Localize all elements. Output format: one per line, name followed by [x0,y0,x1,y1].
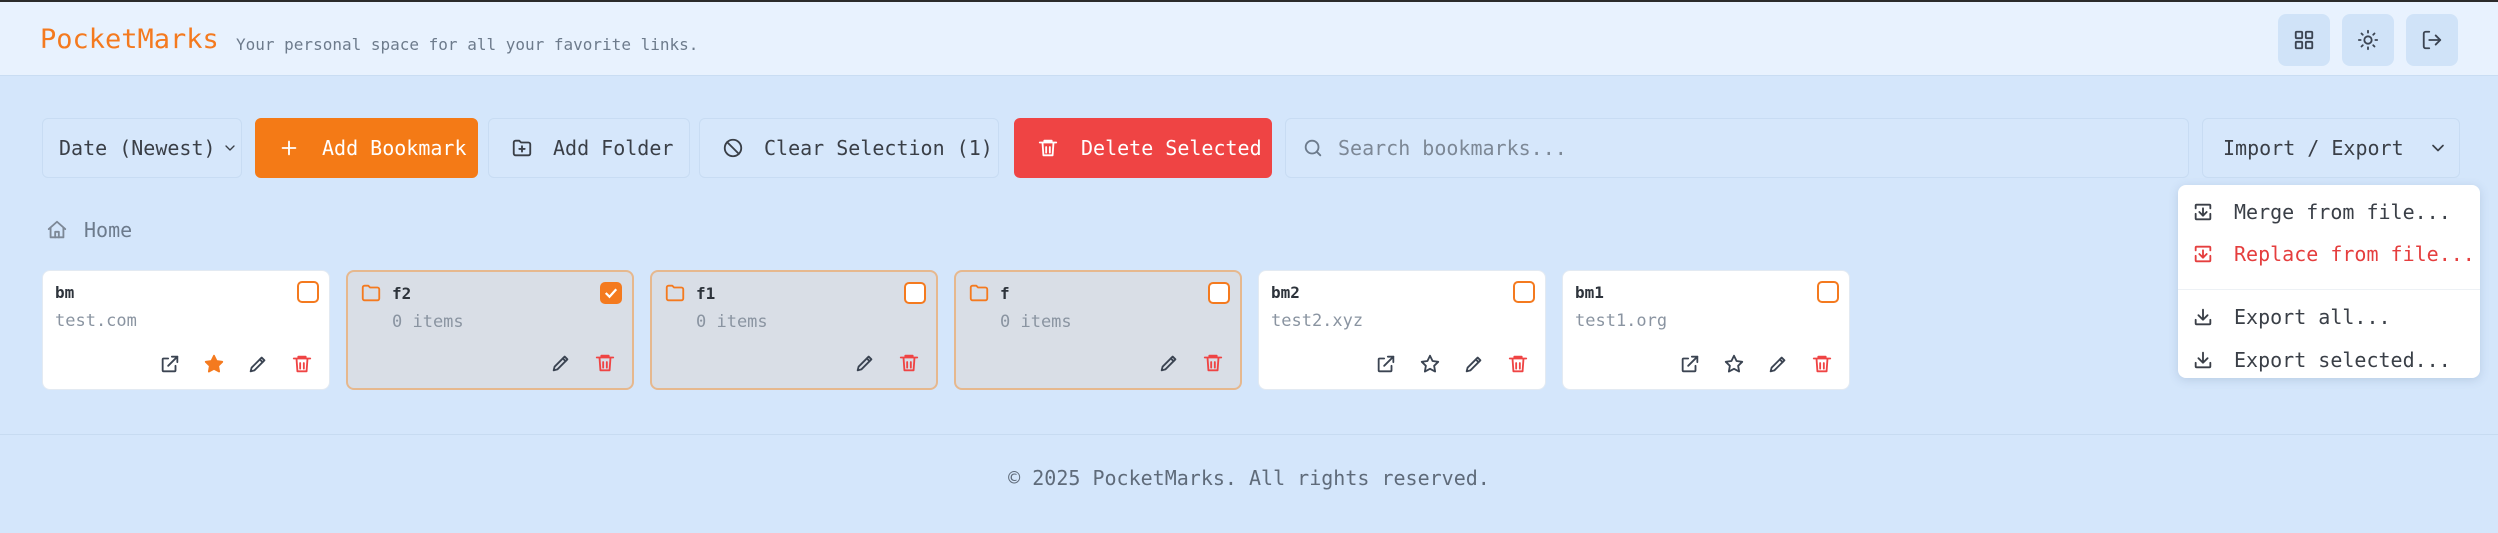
folder-name: f1 [696,284,716,303]
external-link-icon[interactable] [1679,353,1701,375]
trash-icon[interactable] [1202,352,1224,374]
import-export-menu: Merge from file... Replace from file... … [2178,185,2480,378]
home-icon [47,220,67,239]
footer-copyright: © 2025 PocketMarks. All rights reserved. [1008,466,1490,490]
bookmark-url: test.com [55,311,137,331]
plus-icon [281,140,297,156]
theme-toggle-button[interactable] [2342,14,2394,66]
export-selected-item[interactable]: Export selected... [2192,343,2451,377]
add-folder-label: Add Folder [553,136,674,160]
folder-icon [361,284,381,302]
export-all-item[interactable]: Export all... [2192,300,2391,334]
folder-card[interactable]: f1 0 items [650,270,938,390]
ban-icon [723,138,743,158]
pencil-icon[interactable] [1767,353,1789,375]
select-checkbox[interactable] [1208,282,1230,304]
folder-card[interactable]: f2 0 items [346,270,634,390]
app-logo[interactable]: PocketMarks [40,24,219,55]
search-input[interactable]: Search bookmarks... [1285,118,2189,178]
add-bookmark-label: Add Bookmark [322,136,467,160]
bookmark-card[interactable]: bm1 test1.org [1562,270,1850,390]
trash-icon[interactable] [594,352,616,374]
merge-from-file-label: Merge from file... [2234,200,2451,224]
delete-selected-label: Delete Selected [1081,136,1262,160]
star-icon[interactable] [1723,353,1745,375]
trash-icon[interactable] [1507,353,1529,375]
select-checkbox[interactable] [600,282,622,304]
folder-item-count: 0 items [1000,312,1072,332]
folder-card[interactable]: f 0 items [954,270,1242,390]
bookmark-name: bm2 [1271,283,1300,302]
trash-icon[interactable] [291,353,313,375]
menu-divider [2178,289,2480,290]
layout-grid-icon [2294,30,2314,50]
check-icon [604,288,618,299]
search-placeholder: Search bookmarks... [1338,136,1567,160]
select-checkbox[interactable] [904,282,926,304]
app-tagline: Your personal space for all your favorit… [236,35,699,54]
logout-icon [2422,30,2442,50]
external-link-icon[interactable] [159,353,181,375]
chevron-down-icon [2431,144,2444,152]
import-export-label: Import / Export [2223,136,2404,160]
download-icon [2194,351,2212,369]
export-all-label: Export all... [2234,305,2391,329]
bookmark-url: test1.org [1575,311,1668,331]
bookmark-name: bm [55,283,75,302]
folder-icon [665,284,685,302]
folder-item-count: 0 items [696,312,768,332]
download-icon [2194,308,2212,326]
pencil-icon[interactable] [1463,353,1485,375]
select-checkbox[interactable] [297,281,319,303]
folder-name: f2 [392,284,412,303]
trash-icon[interactable] [898,352,920,374]
sort-select-value: Date (Newest) [59,136,216,160]
star-icon[interactable] [203,353,225,375]
pencil-icon[interactable] [854,352,876,374]
pencil-icon[interactable] [247,353,269,375]
folder-icon [969,284,989,302]
import-icon [2194,245,2212,263]
trash-icon [1038,139,1058,157]
pencil-icon[interactable] [550,352,572,374]
bookmark-card[interactable]: bm test.com [42,270,330,390]
import-icon [2194,203,2212,221]
merge-from-file-item[interactable]: Merge from file... [2192,195,2451,229]
view-toggle-button[interactable] [2278,14,2330,66]
clear-selection-label: Clear Selection (1) [764,136,993,160]
external-link-icon[interactable] [1375,353,1397,375]
add-bookmark-button[interactable]: Add Bookmark [255,118,478,178]
delete-selected-button[interactable]: Delete Selected [1014,118,1272,178]
star-icon[interactable] [1419,353,1441,375]
bookmark-name: bm1 [1575,283,1604,302]
app-header: PocketMarks Your personal space for all … [0,0,2498,76]
replace-from-file-label: Replace from file... [2234,242,2475,266]
chevron-down-icon [224,145,235,151]
export-selected-label: Export selected... [2234,348,2451,372]
breadcrumb: Home [46,218,132,242]
select-checkbox[interactable] [1817,281,1839,303]
clear-selection-button[interactable]: Clear Selection (1) [699,118,999,178]
breadcrumb-home[interactable]: Home [84,218,132,242]
folder-plus-icon [512,139,532,157]
bookmark-url: test2.xyz [1271,311,1364,331]
add-folder-button[interactable]: Add Folder [488,118,690,178]
folder-item-count: 0 items [392,312,464,332]
pencil-icon[interactable] [1158,352,1180,374]
folder-name: f [1000,284,1010,303]
sort-select[interactable]: Date (Newest) [42,118,242,178]
replace-from-file-item[interactable]: Replace from file... [2192,237,2475,271]
sun-icon [2357,29,2379,51]
footer-divider [0,434,2498,435]
import-export-button[interactable]: Import / Export [2202,118,2460,178]
logout-button[interactable] [2406,14,2458,66]
trash-icon[interactable] [1811,353,1833,375]
select-checkbox[interactable] [1513,281,1535,303]
bookmark-card[interactable]: bm2 test2.xyz [1258,270,1546,390]
search-icon [1304,139,1322,157]
